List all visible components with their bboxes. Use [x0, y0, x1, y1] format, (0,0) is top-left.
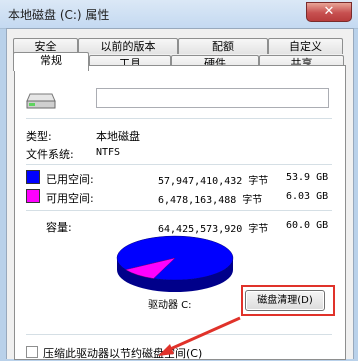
drive-name-input[interactable]: [96, 88, 329, 108]
separator-middle: [26, 164, 332, 165]
used-space-swatch: [26, 170, 40, 184]
type-value: 本地磁盘: [96, 130, 140, 143]
tab-general[interactable]: 常规: [13, 52, 89, 71]
compress-checkbox[interactable]: [26, 346, 38, 358]
filesystem-value: NTFS: [96, 147, 121, 158]
compress-label: 压缩此驱动器以节约磁盘空间(C): [43, 347, 203, 360]
free-space-swatch: [26, 189, 40, 203]
used-space-bytes: 57,947,410,432 字节: [158, 176, 269, 187]
tab-quota[interactable]: 配额: [178, 38, 268, 54]
disk-usage-pie: [116, 235, 234, 292]
used-space-size: 53.9 GB: [286, 172, 329, 183]
tab-customize[interactable]: 自定义: [268, 38, 343, 54]
separator-capacity: [26, 210, 332, 211]
separator-top: [26, 118, 332, 119]
type-label: 类型:: [26, 130, 52, 143]
filesystem-label: 文件系统:: [26, 148, 74, 161]
capacity-size: 60.0 GB: [286, 220, 329, 231]
drive-label: 驱动器 C:: [148, 300, 192, 311]
free-space-size: 6.03 GB: [286, 191, 329, 202]
tab-previous-versions[interactable]: 以前的版本: [78, 38, 178, 54]
title-bar: 本地磁盘 (C:) 属性 ✕: [0, 0, 358, 29]
hard-drive-icon: [26, 93, 56, 109]
free-space-label: 可用空间:: [46, 192, 94, 205]
window-title: 本地磁盘 (C:) 属性: [8, 8, 110, 22]
free-space-bytes: 6,478,163,488 字节: [158, 195, 263, 206]
used-space-label: 已用空间:: [46, 173, 94, 186]
annotation-highlight-box: [241, 285, 335, 316]
close-button[interactable]: ✕: [306, 2, 352, 22]
separator-bottom: [26, 334, 332, 335]
capacity-label: 容量:: [46, 221, 72, 234]
